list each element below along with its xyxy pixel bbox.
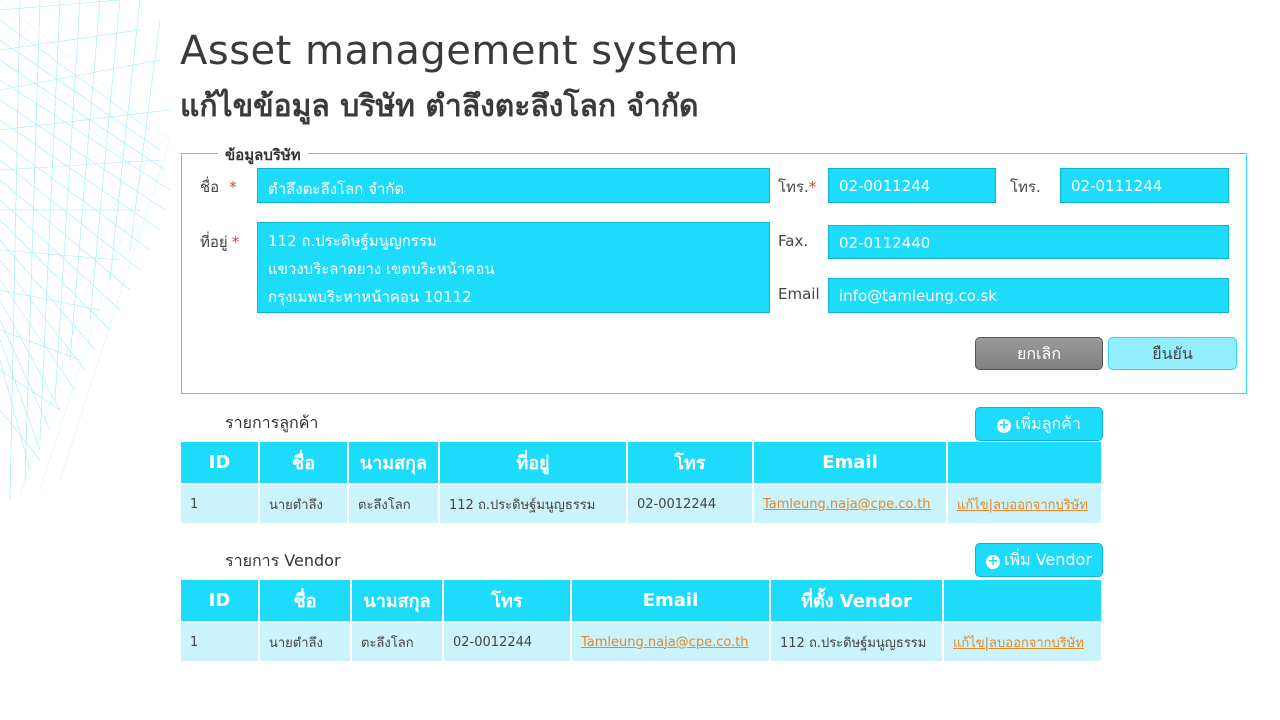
add-customer-button[interactable]: + เพิ่มลูกค้า <box>975 407 1103 441</box>
vendors-section-title: รายการ Vendor <box>225 551 341 570</box>
column-header: ID <box>181 580 260 622</box>
column-header: ID <box>181 442 260 484</box>
column-header: ชื่อ <box>259 580 352 622</box>
add-customer-label: เพิ่มลูกค้า <box>1015 414 1081 433</box>
wireframe-decoration <box>0 0 171 500</box>
cell-id: 1 <box>181 621 260 661</box>
column-header: ชื่อ <box>259 442 349 484</box>
phone1-field[interactable]: 02-0011244 <box>828 168 996 203</box>
column-header: Email <box>571 580 771 622</box>
fax-label: Fax. <box>778 232 809 250</box>
phone1-label: โทร.* <box>778 178 817 196</box>
required-mark: * <box>808 178 817 196</box>
fax-field[interactable]: 02-0112440 <box>828 225 1229 259</box>
company-name-field[interactable]: ตำลึงตะลึงโลก จำกัด <box>257 168 770 203</box>
column-header <box>947 442 1103 484</box>
cell-first: นายตำลึง <box>259 483 349 523</box>
plus-circle-icon: + <box>986 554 1001 569</box>
cell-email: Tamleung.naja@cpe.co.th <box>753 483 948 523</box>
cell-first: นายตำลึง <box>259 621 352 661</box>
phone2-field[interactable]: 02-0111244 <box>1060 168 1229 203</box>
cell-email: Tamleung.naja@cpe.co.th <box>571 621 771 661</box>
cell-action: แก้ไข|ลบออกจากบริษัท <box>943 621 1103 661</box>
table-header-row: ID ชื่อ นามสกุล โทร Email ที่ตั้ง Vendor <box>181 580 1103 622</box>
table-row: 1 นายตำลึง ตะลึงโลก 02-0012244 Tamleung.naja… <box>181 621 1103 661</box>
table-row: 1 นายตำลึง ตะลึงโลก 112 ถ.ประดิษฐ์มนูญธรรม 0… <box>181 483 1103 523</box>
column-header: นามสกุล <box>351 580 444 622</box>
customers-table: ID ชื่อ นามสกุล ที่อยู่ โทร Email 1 นายตำลึง ตะ… <box>181 442 1103 523</box>
plus-circle-icon: + <box>997 418 1012 433</box>
cell-last: ตะลึงโลก <box>348 483 440 523</box>
email-field[interactable]: info@tamleung.co.sk <box>828 278 1229 313</box>
cancel-button[interactable]: ยกเลิก <box>975 337 1103 370</box>
cell-phone: 02-0012244 <box>627 483 754 523</box>
required-mark: * <box>231 233 240 251</box>
cell-phone: 02-0012244 <box>443 621 572 661</box>
email-link[interactable]: Tamleung.naja@cpe.co.th <box>763 497 931 512</box>
edit-remove-link[interactable]: แก้ไข|ลบออกจากบริษัท <box>957 498 1088 513</box>
cell-id: 1 <box>181 483 260 523</box>
address-label: ที่อยู่ * <box>200 233 240 251</box>
cell-address: 112 ถ.ประดิษฐ์มนูญธรรม <box>439 483 628 523</box>
table-header-row: ID ชื่อ นามสกุล ที่อยู่ โทร Email <box>181 442 1103 484</box>
phone2-label: โทร. <box>1010 178 1041 196</box>
add-vendor-label: เพิ่ม Vendor <box>1004 550 1092 569</box>
column-header: นามสกุล <box>348 442 440 484</box>
app-title: Asset management system <box>180 28 739 74</box>
column-header: ที่ตั้ง Vendor <box>770 580 944 622</box>
column-header: โทร <box>443 580 572 622</box>
column-header: ที่อยู่ <box>439 442 628 484</box>
company-info-legend: ข้อมูลบริษัท <box>218 143 308 167</box>
column-header: Email <box>753 442 948 484</box>
customers-section-title: รายการลูกค้า <box>225 413 319 432</box>
add-vendor-button[interactable]: + เพิ่ม Vendor <box>975 543 1103 577</box>
cell-action: แก้ไข|ลบออกจากบริษัท <box>947 483 1103 523</box>
email-link[interactable]: Tamleung.naja@cpe.co.th <box>581 635 749 650</box>
edit-remove-link[interactable]: แก้ไข|ลบออกจากบริษัท <box>953 636 1084 651</box>
cell-last: ตะลึงโลก <box>351 621 444 661</box>
required-mark: * <box>229 178 237 196</box>
name-label: ชื่อ * <box>200 178 237 196</box>
column-header <box>943 580 1103 622</box>
column-header: โทร <box>627 442 754 484</box>
cell-location: 112 ถ.ประดิษฐ์มนูญธรรม <box>770 621 944 661</box>
vendors-table: ID ชื่อ นามสกุล โทร Email ที่ตั้ง Vendor 1 นาย… <box>181 580 1103 661</box>
confirm-button[interactable]: ยืนยัน <box>1108 337 1237 370</box>
email-label: Email <box>778 285 820 303</box>
page-title: แก้ไขข้อมูล บริษัท ตำลึงตะลึงโลก จำกัด <box>180 89 699 124</box>
company-address-field[interactable]: 112 ถ.ประดิษฐ์มนูญกรรม แขวงบริะลาดยาง เข… <box>257 222 770 313</box>
